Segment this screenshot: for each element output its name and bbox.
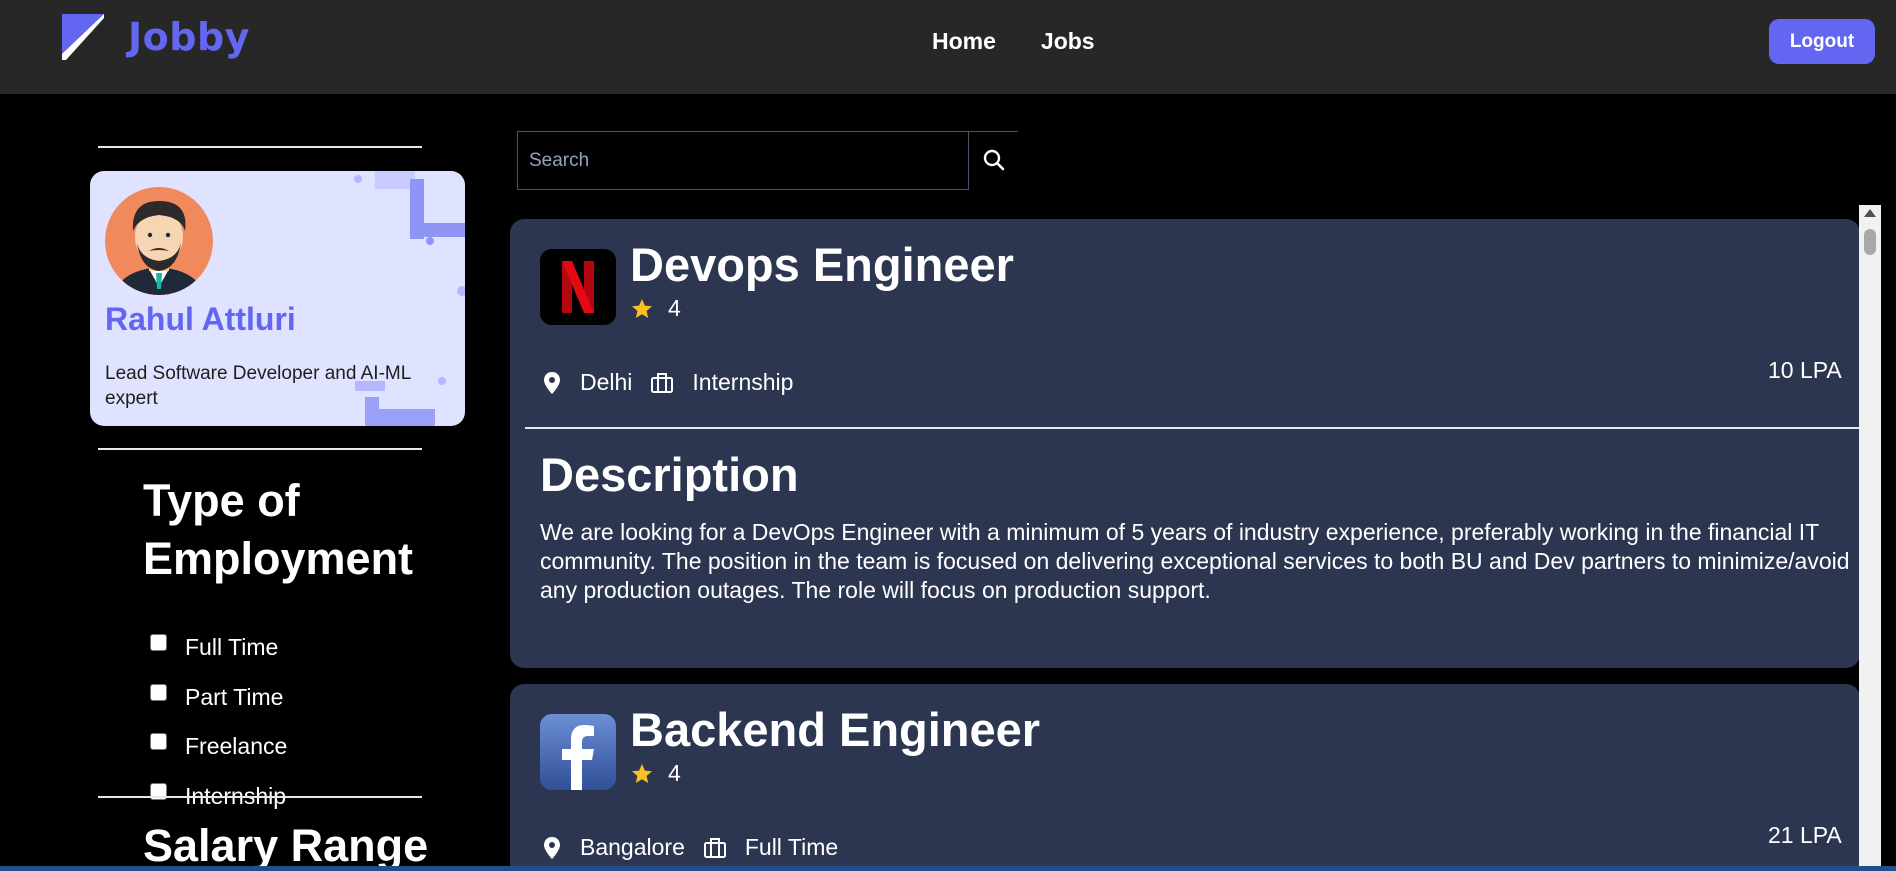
nav-link-jobs[interactable]: Jobs (1041, 28, 1095, 55)
job-meta: Delhi Internship (542, 369, 811, 396)
rating-value: 4 (668, 295, 681, 321)
nav-link-home[interactable]: Home (932, 28, 996, 55)
job-location: Bangalore (580, 834, 685, 860)
job-package: 21 LPA (1768, 822, 1842, 848)
star-icon (632, 763, 652, 783)
location-pin-icon (544, 371, 560, 394)
filter-option-part-time[interactable]: Part Time (150, 673, 287, 723)
profile-bio: Lead Software Developer and AI-ML expert (105, 363, 411, 409)
checkbox[interactable] (150, 634, 167, 652)
job-title: Backend Engineer (630, 703, 1041, 756)
checkbox[interactable] (150, 733, 167, 751)
briefcase-icon (703, 837, 726, 858)
jobby-logo-icon (62, 14, 104, 60)
job-title: Devops Engineer (630, 238, 1014, 291)
search-bar (517, 131, 1018, 190)
divider (525, 427, 1860, 429)
employment-filter-list: Full Time Part Time Freelance Internship (150, 623, 287, 821)
filter-option-full-time[interactable]: Full Time (150, 623, 287, 673)
briefcase-icon (651, 372, 674, 393)
job-package: 10 LPA (1768, 357, 1842, 383)
navbar: Jobby Home Jobs Logout (0, 0, 1896, 94)
salary-filter-heading: Salary Range (143, 820, 429, 871)
job-employment-type: Full Time (744, 834, 839, 860)
job-employment-type: Internship (692, 369, 794, 395)
filter-option-freelance[interactable]: Freelance (150, 722, 287, 772)
employment-filter-heading: Type of Employment (143, 475, 414, 584)
logo[interactable]: Jobby (62, 14, 250, 60)
scrollbar[interactable] (1859, 205, 1881, 871)
job-card[interactable]: Backend Engineer 4 Bangalore Full Time 2… (510, 684, 1860, 871)
rating: 4 (630, 760, 681, 787)
search-icon (983, 149, 1004, 171)
job-meta: Bangalore Full Time (542, 834, 856, 861)
avatar (105, 187, 213, 295)
job-card[interactable]: Devops Engineer 4 Delhi Internship 10 LP… (510, 219, 1860, 668)
filter-option-label: Full Time (185, 634, 279, 661)
filter-option-label: Freelance (185, 733, 288, 760)
search-input[interactable] (517, 131, 969, 190)
facebook-logo-icon (540, 714, 616, 790)
description-heading: Description (540, 448, 799, 501)
rating: 4 (630, 295, 681, 322)
divider (98, 146, 422, 148)
netflix-logo-icon (540, 249, 616, 325)
search-button[interactable] (969, 131, 1018, 190)
location-pin-icon (544, 836, 560, 859)
logout-button[interactable]: Logout (1769, 19, 1875, 64)
star-icon (632, 298, 652, 318)
bottom-edge (0, 866, 1896, 871)
divider (98, 796, 422, 798)
profile-card: Rahul Attluri Lead Software Developer an… (90, 171, 465, 426)
scrollbar-thumb[interactable] (1864, 229, 1876, 255)
divider (98, 448, 422, 450)
scroll-up-arrow-icon[interactable] (1864, 209, 1876, 217)
nav-links: Home Jobs (932, 28, 1095, 55)
profile-name: Rahul Attluri (105, 301, 296, 337)
rating-value: 4 (668, 760, 681, 786)
job-description: We are looking for a DevOps Engineer wit… (540, 519, 1850, 603)
checkbox[interactable] (150, 683, 167, 701)
job-location: Delhi (580, 369, 633, 395)
filter-option-label: Part Time (185, 683, 284, 710)
brand-name: Jobby (128, 15, 250, 59)
